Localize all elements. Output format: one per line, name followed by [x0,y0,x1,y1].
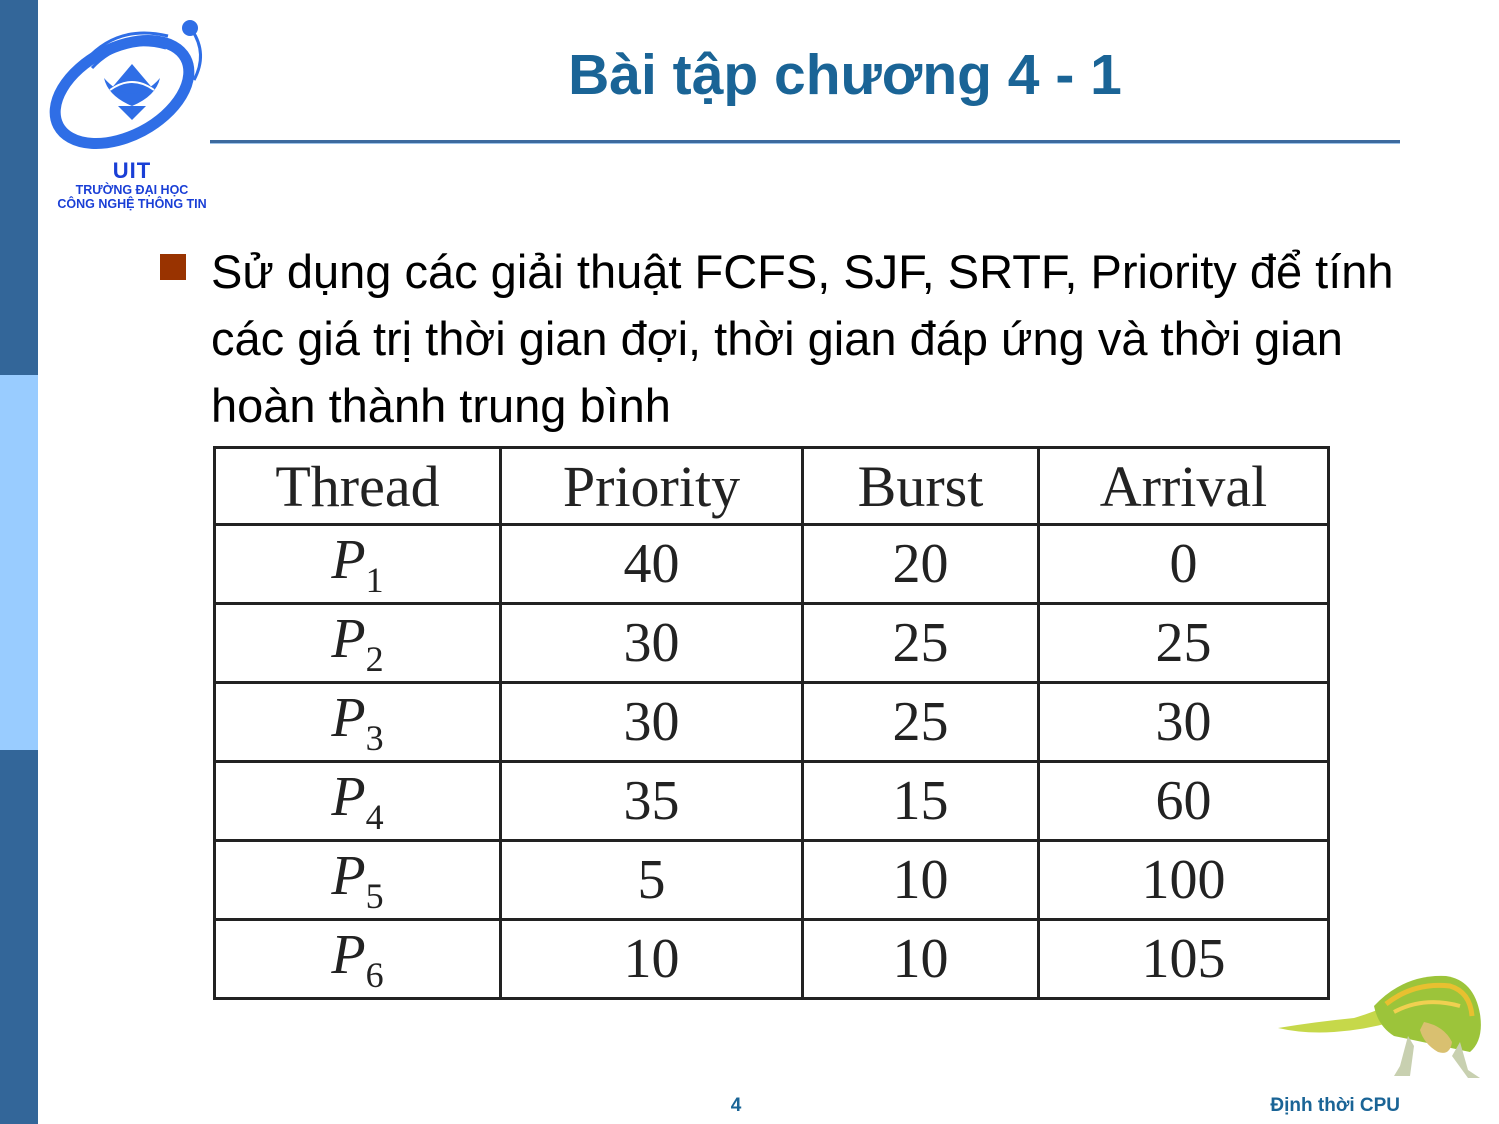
header-burst: Burst [801,446,1040,526]
arrival-cell: 0 [1037,523,1330,605]
thread-letter: P [331,923,366,986]
logo-emblem-icon [49,20,202,149]
thread-cell: P4 [213,760,502,842]
table-row: P5 5 10 100 [213,839,1330,921]
thread-index: 5 [365,875,384,916]
priority-cell: 30 [499,681,804,763]
thread-index: 3 [365,717,384,758]
arrival-cell: 25 [1037,602,1330,684]
priority-cell: 5 [499,839,804,921]
sidebar-accent-bar [0,0,38,1124]
footer-section-title: Định thời CPU [1270,1095,1400,1116]
dinosaur-mascot-icon [1274,966,1496,1090]
arrival-cell: 60 [1037,760,1330,842]
thread-letter: P [331,686,366,749]
thread-table: Thread Priority Burst Arrival P1 40 20 0… [213,446,1330,1000]
thread-letter: P [331,844,366,907]
arrival-cell: 100 [1037,839,1330,921]
university-logo: UIT TRƯỜNG ĐẠI HỌC CÔNG NGHỆ THÔNG TIN [48,14,216,211]
burst-cell: 20 [801,523,1040,605]
priority-cell: 35 [499,760,804,842]
header-thread: Thread [213,446,502,526]
thread-cell: P3 [213,681,502,763]
burst-cell: 10 [801,839,1040,921]
table-header-row: Thread Priority Burst Arrival [213,446,1330,526]
title-divider [210,140,1400,144]
logo-name-line2: CÔNG NGHỆ THÔNG TIN [57,197,207,211]
table-row: P6 10 10 105 [213,918,1330,1000]
table-row: P3 30 25 30 [213,681,1330,763]
thread-index: 6 [365,954,384,995]
header-priority: Priority [499,446,804,526]
thread-index: 1 [365,559,384,600]
priority-cell: 10 [499,918,804,1000]
bullet-text: Sử dụng các giải thuật FCFS, SJF, SRTF, … [211,245,1394,432]
table-row: P2 30 25 25 [213,602,1330,684]
thread-index: 4 [365,796,384,837]
table-row: P4 35 15 60 [213,760,1330,842]
thread-cell: P5 [213,839,502,921]
sidebar-accent-highlight [0,375,38,750]
header-arrival: Arrival [1037,446,1330,526]
thread-cell: P2 [213,602,502,684]
burst-cell: 15 [801,760,1040,842]
burst-cell: 10 [801,918,1040,1000]
slide-title: Bài tập chương 4 - 1 [568,43,1122,107]
burst-cell: 25 [801,681,1040,763]
square-bullet-icon [160,254,186,280]
logo-abbreviation: UIT [112,158,152,183]
thread-letter: P [331,528,366,591]
table-row: P1 40 20 0 [213,523,1330,605]
thread-letter: P [331,765,366,828]
thread-cell: P6 [213,918,502,1000]
page-number: 4 [730,1095,742,1116]
arrival-cell: 30 [1037,681,1330,763]
thread-cell: P1 [213,523,502,605]
thread-letter: P [331,607,366,670]
logo-name-line1: TRƯỜNG ĐẠI HỌC [75,183,189,197]
priority-cell: 30 [499,602,804,684]
thread-index: 2 [365,638,384,679]
priority-cell: 40 [499,523,804,605]
burst-cell: 25 [801,602,1040,684]
